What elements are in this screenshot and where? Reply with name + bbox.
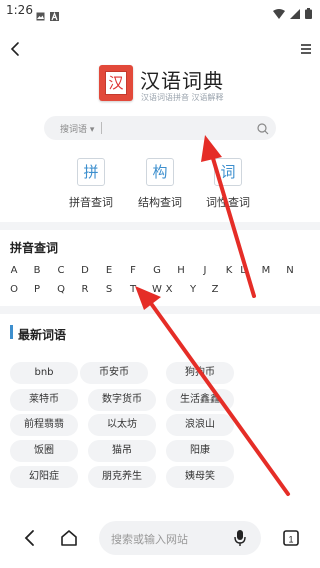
word-chip[interactable]: 数字货币 <box>88 389 156 411</box>
browser-address-bar[interactable]: 搜索或输入网站 <box>99 521 261 555</box>
method-label: 结构查词 <box>138 196 182 209</box>
word-chip[interactable]: 朋克养生 <box>88 466 156 488</box>
letter-h[interactable]: H <box>175 265 187 276</box>
word-chip[interactable]: 浪浪山 <box>166 414 234 436</box>
pinyin-section-title: 拼音查词 <box>10 241 59 255</box>
a-icon <box>50 6 59 21</box>
search-input[interactable]: 搜词语 ▾ <box>44 116 276 140</box>
svg-text:1: 1 <box>288 535 293 545</box>
letter-l[interactable]: L <box>237 265 249 276</box>
letter-x[interactable]: X <box>163 284 175 295</box>
search-type-label: 搜词语 <box>60 125 88 135</box>
word-chip[interactable]: 以太坊 <box>88 414 156 436</box>
app-logo: 汉 <box>99 65 133 101</box>
home-icon <box>58 530 80 553</box>
method-label: 词性查词 <box>206 196 250 209</box>
browser-back-button[interactable] <box>20 527 40 549</box>
section-divider <box>0 306 320 314</box>
structure-icon: 构 <box>146 158 174 186</box>
word-chip[interactable]: 饭圈 <box>10 440 78 462</box>
signal-icon <box>290 4 300 23</box>
letter-p[interactable]: P <box>31 284 43 295</box>
method-pos-button[interactable]: 词 词性查词 <box>190 158 270 212</box>
word-chip[interactable]: 前程翡翡 <box>10 414 78 436</box>
section-divider <box>0 222 320 230</box>
letter-o[interactable]: O <box>8 284 20 295</box>
letter-c[interactable]: C <box>55 265 67 276</box>
status-bar: 1:26 <box>0 0 320 22</box>
image-icon <box>36 6 45 21</box>
word-chip[interactable]: 币安币 <box>80 362 148 384</box>
letter-w[interactable]: W <box>151 284 163 295</box>
word-chip[interactable]: 猫吊 <box>88 440 156 462</box>
letter-f[interactable]: F <box>127 265 139 276</box>
pinyin-icon: 拼 <box>77 158 105 186</box>
chevron-left-icon <box>6 42 26 64</box>
letter-m[interactable]: M <box>260 265 272 276</box>
word-chip[interactable]: 阳康 <box>166 440 234 462</box>
logo-char: 汉 <box>105 71 127 95</box>
letter-r[interactable]: R <box>79 284 91 295</box>
letter-j[interactable]: J <box>199 265 211 276</box>
word-chip[interactable]: bnb <box>10 362 78 384</box>
wifi-icon <box>273 4 285 23</box>
status-indicators <box>273 4 312 23</box>
search-icon[interactable] <box>256 121 270 135</box>
tabs-icon: 1 <box>280 530 302 553</box>
search-type-dropdown[interactable]: 搜词语 ▾ <box>60 122 94 135</box>
browser-home-button[interactable] <box>58 527 80 549</box>
back-button[interactable] <box>6 38 26 60</box>
address-placeholder: 搜索或输入网站 <box>111 533 188 546</box>
part-of-speech-icon: 词 <box>214 158 242 186</box>
letter-q[interactable]: Q <box>55 284 67 295</box>
letter-e[interactable]: E <box>103 265 115 276</box>
letter-g[interactable]: G <box>151 265 163 276</box>
chevron-left-icon <box>20 530 40 553</box>
microphone-icon[interactable] <box>233 529 247 547</box>
word-chip[interactable]: 姨母笑 <box>166 466 234 488</box>
letter-z[interactable]: Z <box>209 284 221 295</box>
word-chip[interactable]: 幻阳症 <box>10 466 78 488</box>
latest-section-title: 最新词语 <box>18 328 67 342</box>
app-title: 汉语词典 <box>140 69 224 93</box>
app-subtitle: 汉语词语拼音 汉语解释 <box>141 93 224 102</box>
section-accent-bar <box>10 325 13 339</box>
word-chip[interactable]: 莱特币 <box>10 389 78 411</box>
letter-a[interactable]: A <box>8 265 20 276</box>
hamburger-icon <box>298 43 314 62</box>
dropdown-caret-icon: ▾ <box>87 125 95 135</box>
word-chip[interactable]: 狗狗币 <box>166 362 234 384</box>
letter-s[interactable]: S <box>103 284 115 295</box>
letter-y[interactable]: Y <box>187 284 199 295</box>
menu-button[interactable] <box>298 40 314 58</box>
letter-b[interactable]: B <box>31 265 43 276</box>
method-pinyin-button[interactable]: 拼 拼音查词 <box>53 158 133 212</box>
battery-icon <box>305 4 312 23</box>
word-chip[interactable]: 生活鑫鑫 <box>166 389 234 411</box>
letter-k[interactable]: K <box>223 265 235 276</box>
letter-n[interactable]: N <box>284 265 296 276</box>
text-cursor <box>101 122 102 134</box>
letter-d[interactable]: D <box>79 265 91 276</box>
status-time: 1:26 <box>6 3 33 17</box>
browser-tabs-button[interactable]: 1 <box>280 527 302 549</box>
method-label: 拼音查词 <box>69 196 113 209</box>
letter-t[interactable]: T <box>127 284 139 295</box>
